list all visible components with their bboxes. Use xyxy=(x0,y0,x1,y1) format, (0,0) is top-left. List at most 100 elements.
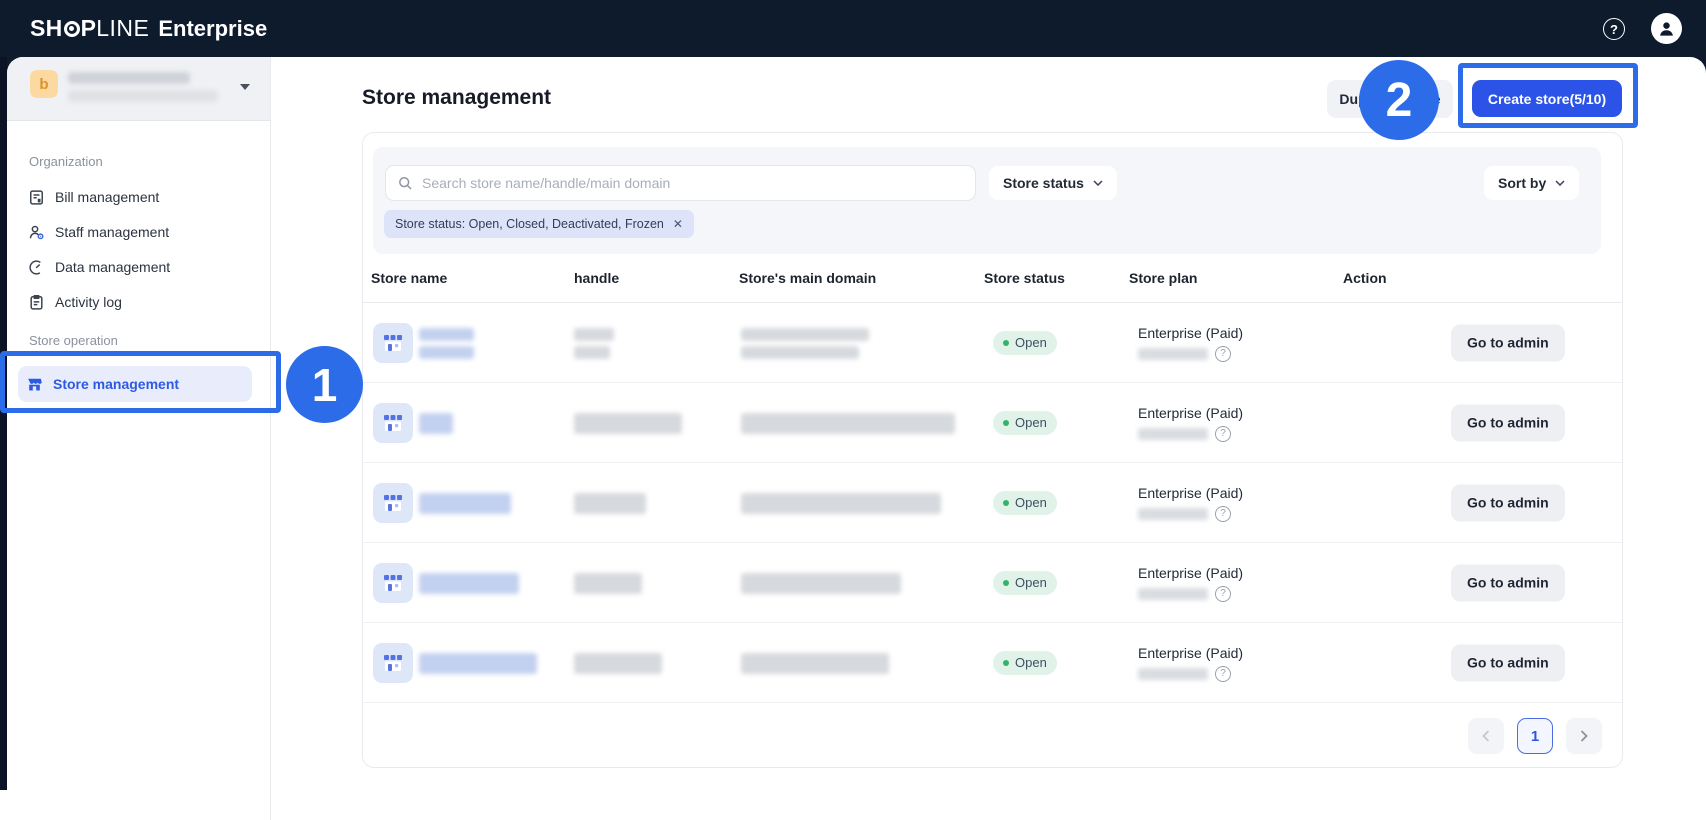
table-row: Open Enterprise (Paid) ? Go to admin xyxy=(363,383,1622,463)
redacted-blur xyxy=(419,328,474,341)
status-badge: Open xyxy=(993,651,1057,675)
help-icon[interactable]: ? xyxy=(1603,18,1625,40)
plan-date-blur xyxy=(1138,428,1208,440)
store-plan-cell: Enterprise (Paid) ? xyxy=(1138,543,1243,623)
page-1-button[interactable]: 1 xyxy=(1517,718,1553,754)
redacted-blur xyxy=(741,413,955,434)
next-page-button[interactable] xyxy=(1566,718,1602,754)
sidebar-item-label: Staff management xyxy=(55,224,169,240)
sidebar-item-activity-log[interactable]: Activity log xyxy=(20,288,252,316)
handle-blur xyxy=(574,303,614,383)
table-header: Store name handle Store's main domain St… xyxy=(363,254,1622,303)
sidebar-item-data-management[interactable]: Data management xyxy=(20,253,252,281)
go-to-admin-button[interactable]: Go to admin xyxy=(1451,564,1565,601)
redacted-blur xyxy=(741,493,941,514)
store-logo-icon xyxy=(373,403,413,443)
store-name-blur xyxy=(419,303,474,383)
left-dark-strip xyxy=(0,57,7,790)
search-icon xyxy=(398,176,413,191)
staff-icon xyxy=(27,223,45,241)
go-to-admin-button[interactable]: Go to admin xyxy=(1451,404,1565,441)
store-name-blur xyxy=(419,623,537,703)
col-store-name: Store name xyxy=(371,254,447,303)
redacted-blur xyxy=(419,493,511,514)
org-avatar: b xyxy=(30,70,58,98)
page-title: Store management xyxy=(362,86,551,110)
handle-blur xyxy=(574,623,662,703)
sidebar-item-label: Activity log xyxy=(55,294,122,310)
redacted-blur xyxy=(419,653,537,674)
store-logo-icon xyxy=(373,483,413,523)
chevron-down-icon xyxy=(1093,180,1103,186)
status-badge: Open xyxy=(993,331,1057,355)
redacted-blur xyxy=(419,413,453,434)
redacted-blur xyxy=(741,573,901,594)
plan-name: Enterprise (Paid) xyxy=(1138,645,1243,661)
sidebar-item-staff-management[interactable]: Staff management xyxy=(20,218,252,246)
chevron-left-icon xyxy=(1482,730,1490,742)
domain-blur xyxy=(741,383,955,463)
plan-name: Enterprise (Paid) xyxy=(1138,405,1243,421)
redacted-blur xyxy=(419,346,474,359)
status-dot-icon xyxy=(1003,420,1009,426)
handle-blur xyxy=(574,543,642,623)
plan-help-icon[interactable]: ? xyxy=(1215,506,1231,522)
status-dot-icon xyxy=(1003,660,1009,666)
plan-help-icon[interactable]: ? xyxy=(1215,426,1231,442)
col-store-status: Store status xyxy=(984,254,1065,303)
prev-page-button[interactable] xyxy=(1468,718,1504,754)
store-list-card: Store status Sort by Store status: Open,… xyxy=(362,132,1623,768)
col-main-domain: Store's main domain xyxy=(739,254,876,303)
store-name-blur xyxy=(419,543,519,623)
data-icon xyxy=(27,258,45,276)
org-subtitle-blur xyxy=(68,90,218,102)
domain-blur xyxy=(741,463,941,543)
plan-date-blur xyxy=(1138,668,1208,680)
redacted-blur xyxy=(741,328,869,341)
user-avatar[interactable] xyxy=(1651,13,1682,44)
plan-date-blur xyxy=(1138,348,1208,360)
chevron-down-icon xyxy=(1555,180,1565,186)
redacted-blur xyxy=(741,653,889,674)
org-switcher[interactable]: b xyxy=(7,57,270,121)
sort-by-dropdown[interactable]: Sort by xyxy=(1484,166,1579,200)
plan-help-icon[interactable]: ? xyxy=(1215,586,1231,602)
org-name-blur xyxy=(68,72,190,84)
status-label: Open xyxy=(1015,415,1047,430)
redacted-blur xyxy=(574,413,682,434)
redacted-blur xyxy=(574,653,662,674)
plan-date-blur xyxy=(1138,508,1208,520)
plan-help-icon[interactable]: ? xyxy=(1215,666,1231,682)
store-status-dropdown[interactable]: Store status xyxy=(989,166,1117,200)
redacted-blur xyxy=(574,493,646,514)
redacted-blur xyxy=(574,328,614,341)
chip-close-icon[interactable]: ✕ xyxy=(673,217,683,231)
col-store-plan: Store plan xyxy=(1129,254,1197,303)
status-dot-icon xyxy=(1003,500,1009,506)
plan-name: Enterprise (Paid) xyxy=(1138,325,1243,341)
person-icon xyxy=(1657,19,1676,38)
section-label-store-operation: Store operation xyxy=(29,333,118,348)
activity-log-icon xyxy=(27,293,45,311)
caret-down-icon xyxy=(240,84,250,90)
plan-help-icon[interactable]: ? xyxy=(1215,346,1231,362)
sidebar-item-label: Data management xyxy=(55,259,170,275)
sidebar-item-bill-management[interactable]: Bill management xyxy=(20,183,252,211)
handle-blur xyxy=(574,463,646,543)
search-box[interactable] xyxy=(385,165,976,201)
go-to-admin-button[interactable]: Go to admin xyxy=(1451,324,1565,361)
redacted-blur xyxy=(419,573,519,594)
top-header: SHPLINE Enterprise xyxy=(0,0,1706,57)
plan-name: Enterprise (Paid) xyxy=(1138,485,1243,501)
sidebar-item-label: Bill management xyxy=(55,189,159,205)
logo-text: SH xyxy=(30,15,63,42)
status-label: Open xyxy=(1015,575,1047,590)
go-to-admin-button[interactable]: Go to admin xyxy=(1451,484,1565,521)
search-input[interactable] xyxy=(422,175,963,191)
store-logo-icon xyxy=(373,563,413,603)
go-to-admin-button[interactable]: Go to admin xyxy=(1451,644,1565,681)
annotation-step-2: 2 xyxy=(1359,60,1439,140)
annotation-box-1 xyxy=(0,351,281,413)
handle-blur xyxy=(574,383,682,463)
redacted-blur xyxy=(574,573,642,594)
